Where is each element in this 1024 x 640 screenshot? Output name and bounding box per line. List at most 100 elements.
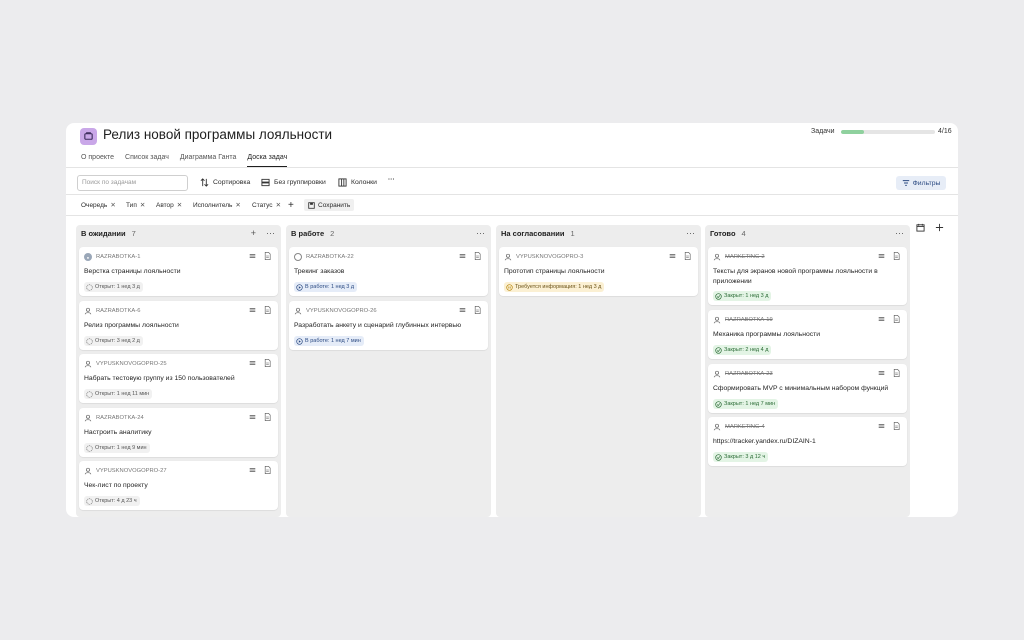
document-icon[interactable] (893, 252, 900, 260)
board-side-tools (916, 223, 944, 232)
task-key[interactable]: VYPUSKNOVOGOPRO-26 (294, 307, 377, 315)
task-key[interactable]: MARKETING-4 (713, 423, 765, 431)
close-icon[interactable]: ✕ (140, 201, 145, 209)
save-label: Сохранить (318, 201, 351, 209)
task-key[interactable]: ● RAZRABOTKA-1 (84, 253, 140, 261)
task-key[interactable]: VYPUSKNOVOGOPRO-27 (84, 467, 167, 475)
columns-button[interactable]: Колонки (338, 178, 377, 187)
task-title[interactable]: Механика программы лояльности (713, 330, 901, 340)
task-key-text: RAZRABOTKA-1 (96, 254, 141, 260)
card-actions (878, 369, 900, 377)
column-title: В работе (291, 229, 325, 238)
task-title[interactable]: Релиз программы лояльности (84, 321, 272, 331)
more-icon[interactable]: ··· (686, 228, 695, 238)
task-card[interactable]: VYPUSKNOVOGOPRO-26 Разработать анкету и с… (289, 301, 488, 350)
document-icon[interactable] (264, 252, 271, 260)
tab-about[interactable]: О проекте (81, 154, 114, 167)
filter-chip-author[interactable]: Автор ✕ (156, 199, 182, 211)
task-title[interactable]: https://tracker.yandex.ru/DIZAIN-1 (713, 437, 901, 447)
document-icon[interactable] (264, 359, 271, 367)
task-card[interactable]: VYPUSKNOVOGOPRO-25 Набрать тестовую групп… (79, 354, 278, 403)
task-key[interactable]: RAZRABOTKA-22 (294, 253, 354, 261)
task-title[interactable]: Тексты для экранов новой программы лояль… (713, 267, 901, 286)
document-icon[interactable] (264, 466, 271, 474)
task-key-text: VYPUSKNOVOGOPRO-27 (96, 468, 167, 474)
task-title[interactable]: Прототип страницы лояльности (504, 267, 692, 277)
task-card[interactable]: MARKETING-2 Тексты для экранов новой прог… (708, 247, 907, 305)
filters-button[interactable]: Фильтры (896, 176, 946, 190)
task-card[interactable]: RAZRABOTKA-23 Сформировать MVP с минималь… (708, 364, 907, 413)
task-card[interactable]: RAZRABOTKA-22 Трекинг заказов В работе: 1 … (289, 247, 488, 296)
more-icon[interactable]: ··· (476, 228, 485, 238)
close-icon[interactable]: ✕ (276, 201, 281, 209)
add-task-icon[interactable]: + (251, 228, 256, 238)
task-key[interactable]: RAZRABOTKA-23 (713, 370, 773, 378)
task-key[interactable]: VYPUSKNOVOGOPRO-3 (504, 253, 583, 261)
menu-icon[interactable] (249, 306, 256, 314)
menu-icon[interactable] (878, 315, 885, 323)
menu-icon[interactable] (459, 252, 466, 260)
filter-chip-type[interactable]: Тип ✕ (126, 199, 145, 211)
document-icon[interactable] (264, 306, 271, 314)
filter-chip-status[interactable]: Статус ✕ (252, 199, 281, 211)
task-title[interactable]: Настроить аналитику (84, 428, 272, 438)
task-title[interactable]: Разработать анкету и сценарий глубинных … (294, 321, 482, 331)
task-card[interactable]: RAZRABOTKA-6 Релиз программы лояльности От… (79, 301, 278, 350)
progress-fill (840, 129, 865, 134)
close-icon[interactable]: ✕ (110, 201, 115, 209)
task-card[interactable]: VYPUSKNOVOGOPRO-3 Прототип страницы лояль… (499, 247, 698, 296)
close-icon[interactable]: ✕ (235, 201, 240, 209)
document-icon[interactable] (893, 369, 900, 377)
save-filter-button[interactable]: Сохранить (304, 199, 355, 211)
task-title[interactable]: Набрать тестовую группу из 150 пользоват… (84, 374, 272, 384)
card-actions (249, 466, 271, 474)
status-text: Закрыт: 1 нед 7 мин (724, 401, 776, 407)
tab-board[interactable]: Доска задач (247, 154, 288, 167)
calendar-icon[interactable] (916, 223, 925, 232)
task-card[interactable]: VYPUSKNOVOGOPRO-27 Чек-лист по проекту Отк… (79, 461, 278, 510)
close-icon[interactable]: ✕ (177, 201, 182, 209)
menu-icon[interactable] (459, 306, 466, 314)
task-card[interactable]: RAZRABOTKA-19 Механика программы лояльнос… (708, 310, 907, 359)
task-card[interactable]: RAZRABOTKA-24 Настроить аналитику Открыт: … (79, 408, 278, 457)
document-icon[interactable] (474, 306, 481, 314)
menu-icon[interactable] (878, 422, 885, 430)
task-key-text: MARKETING-2 (725, 254, 765, 260)
sort-button[interactable]: Сортировка (200, 178, 250, 187)
filter-chip-assignee[interactable]: Исполнитель ✕ (193, 199, 241, 211)
more-icon[interactable]: ··· (266, 228, 275, 238)
task-key[interactable]: RAZRABOTKA-24 (84, 414, 144, 422)
more-button[interactable]: ··· (388, 176, 395, 183)
task-key[interactable]: VYPUSKNOVOGOPRO-25 (84, 360, 167, 368)
document-icon[interactable] (893, 422, 900, 430)
column-tools: ··· (895, 228, 904, 238)
task-key[interactable]: RAZRABOTKA-19 (713, 316, 773, 324)
task-card[interactable]: MARKETING-4 https://tracker.yandex.ru/DIZ… (708, 417, 907, 466)
task-key[interactable]: RAZRABOTKA-6 (84, 307, 140, 315)
tab-task-list[interactable]: Список задач (125, 154, 169, 167)
task-title[interactable]: Трекинг заказов (294, 267, 482, 277)
document-icon[interactable] (474, 252, 481, 260)
task-title[interactable]: Чек-лист по проекту (84, 481, 272, 491)
menu-icon[interactable] (669, 252, 676, 260)
task-card[interactable]: ● RAZRABOTKA-1 Верстка страницы лояльности… (79, 247, 278, 296)
menu-icon[interactable] (249, 359, 256, 367)
add-column-icon[interactable] (935, 223, 944, 232)
menu-icon[interactable] (249, 413, 256, 421)
menu-icon[interactable] (878, 252, 885, 260)
menu-icon[interactable] (249, 252, 256, 260)
menu-icon[interactable] (878, 369, 885, 377)
menu-icon[interactable] (249, 466, 256, 474)
document-icon[interactable] (893, 315, 900, 323)
document-icon[interactable] (264, 413, 271, 421)
task-title[interactable]: Верстка страницы лояльности (84, 267, 272, 277)
task-title[interactable]: Сформировать MVP с минимальным набором ф… (713, 384, 901, 394)
more-icon[interactable]: ··· (895, 228, 904, 238)
grouping-button[interactable]: Без группировки (261, 178, 326, 187)
document-icon[interactable] (684, 252, 691, 260)
tab-gantt[interactable]: Диаграмма Ганта (180, 154, 237, 167)
search-input[interactable]: Поиск по задачам (77, 175, 188, 191)
add-filter-button[interactable]: + (288, 199, 294, 211)
task-key[interactable]: MARKETING-2 (713, 253, 765, 261)
filter-chip-queue[interactable]: Очередь ✕ (81, 199, 116, 211)
